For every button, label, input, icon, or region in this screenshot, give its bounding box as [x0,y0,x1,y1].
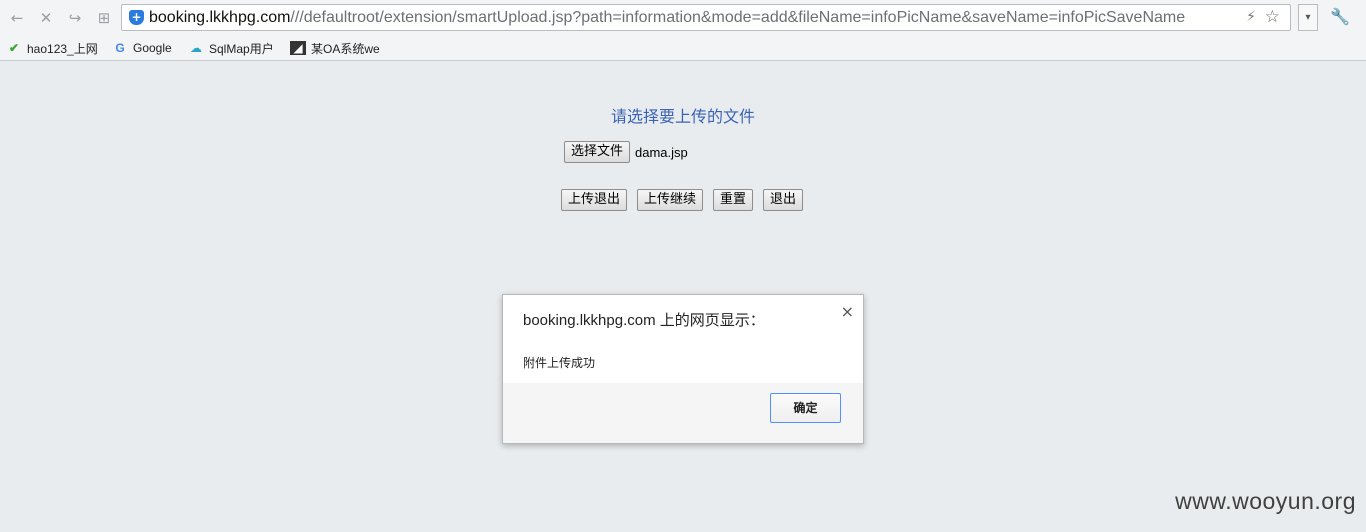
shield-icon: + [129,10,144,25]
apps-icon[interactable]: ⊞ [93,7,115,29]
star-icon[interactable]: ☆ [1265,7,1280,27]
back-icon[interactable]: ← [6,7,28,29]
url-path: ///defaultroot/extension/smartUpload.jsp… [290,9,1186,26]
lightning-icon[interactable]: ⚡ [1246,9,1256,25]
bookmark-label: SqlMap用户 [209,41,274,56]
choose-file-button[interactable]: 选择文件 [564,141,631,163]
watermark: www.wooyun.org [1175,488,1356,514]
bookmark-label: 某OA系统we [311,41,380,56]
forward-icon[interactable]: ↪ [64,7,86,29]
exit-button[interactable]: 退出 [763,189,804,211]
file-chooser: 选择文件 dama.jsp [564,141,688,163]
alert-dialog: booking.lkkhpg.com 上的网页显示： × 附件上传成功 确定 [502,294,864,444]
bookmark-sqlmap[interactable]: ☁ SqlMap用户 [188,39,274,57]
bookmark-oa[interactable]: ◢ 某OA系统we [290,39,380,57]
selected-file-name: dama.jsp [635,144,688,160]
browser-toolbar: ← ✕ ↪ ⊞ + booking.lkkhpg.com///defaultro… [0,0,1366,35]
upload-continue-button[interactable]: 上传继续 [637,189,704,211]
bookmark-hao123[interactable]: ✔ hao123_上网 [6,39,98,57]
hao-icon: ✔ [8,41,20,55]
dialog-message: 附件上传成功 [523,356,596,370]
close-icon[interactable]: × [841,302,854,321]
reset-button[interactable]: 重置 [713,189,754,211]
cloud-icon: ☁ [190,41,202,55]
oa-icon: ◢ [290,41,306,55]
dialog-title: booking.lkkhpg.com 上的网页显示： [523,312,765,329]
address-dropdown-button[interactable]: ▾ [1298,4,1318,31]
stop-icon[interactable]: ✕ [35,7,57,29]
ok-button[interactable]: 确定 [770,393,841,423]
page-title: 请选择要上传的文件 [610,107,755,126]
url-text[interactable]: booking.lkkhpg.com///defaultroot/extensi… [149,8,1239,28]
bookmarks-bar: ✔ hao123_上网 G Google ☁ SqlMap用户 ◢ 某OA系统w… [0,35,1366,61]
upload-exit-button[interactable]: 上传退出 [561,189,628,211]
url-host: booking.lkkhpg.com [149,9,291,26]
wrench-icon[interactable]: 🔧 [1330,7,1350,26]
address-bar[interactable]: + booking.lkkhpg.com///defaultroot/exten… [121,4,1291,31]
google-icon: G [115,41,125,55]
bookmark-label: Google [133,41,172,55]
bookmark-google[interactable]: G Google [112,39,172,57]
bookmark-label: hao123_上网 [27,41,98,56]
